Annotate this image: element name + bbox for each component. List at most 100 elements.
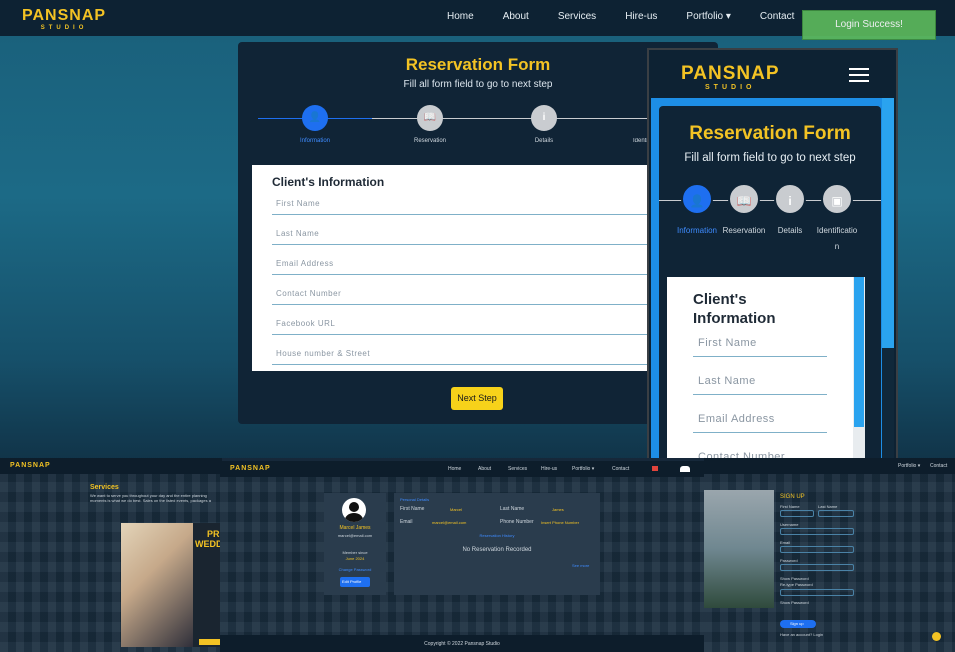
book-icon[interactable]: 📖	[417, 105, 443, 131]
nav-hire-us[interactable]: Hire-us	[625, 11, 657, 22]
last-name-value: James	[552, 507, 564, 512]
scroll-to-top-icon[interactable]	[932, 632, 941, 641]
signup-nav-portfolio[interactable]: Portfolio ▾	[898, 463, 920, 469]
mobile-content: Reservation Form Fill all form field to …	[651, 98, 894, 488]
mobile-heading-line1: Client's	[693, 291, 747, 308]
services-page-preview: PANSNAP Services We want to serve you th…	[0, 458, 222, 652]
form-subtitle: Fill all form field to go to next step	[403, 79, 553, 90]
signup-password-input[interactable]	[780, 564, 854, 571]
mobile-brand-sub: STUDIO	[705, 84, 756, 91]
services-text-2: moments is what we do best. Sales on the…	[90, 498, 211, 503]
profile-nav-portfolio[interactable]: Portfolio ▾	[572, 466, 594, 472]
mobile-info-icon[interactable]: i	[774, 183, 806, 215]
contact-number-field[interactable]: Contact Number	[272, 285, 712, 305]
login-success-toast: Login Success!	[802, 10, 936, 40]
brand-sub: STUDIO	[40, 25, 88, 31]
mobile-form-scroll-thumb[interactable]	[854, 277, 864, 427]
signup-username-label: Username	[780, 522, 799, 527]
mobile-id-card-icon[interactable]: ▣	[821, 183, 853, 215]
signup-show-password-2[interactable]: Show Password	[780, 600, 809, 605]
services-title: Services	[90, 484, 119, 491]
mobile-heading-line2: Information	[693, 309, 776, 327]
signup-first-name-input[interactable]	[780, 510, 814, 517]
email-label: Email	[400, 519, 413, 525]
mobile-user-icon[interactable]: 👤	[681, 183, 713, 215]
profile-brand-name: PANSNAP	[230, 465, 271, 472]
facebook-url-field[interactable]: Facebook URL	[272, 315, 712, 335]
signup-login-prompt[interactable]: Have an account? Login	[780, 632, 823, 637]
nav-about[interactable]: About	[503, 11, 529, 22]
signup-retype-input[interactable]	[780, 589, 854, 596]
signup-username-input[interactable]	[780, 528, 854, 535]
edit-profile-button[interactable]: Edit Profile	[340, 577, 370, 587]
mobile-email-field[interactable]: Email Address	[693, 409, 827, 433]
last-name-field[interactable]: Last Name	[272, 225, 712, 245]
notification-bell-icon[interactable]	[652, 466, 658, 471]
profile-nav-services[interactable]: Services	[508, 466, 527, 472]
nav-home[interactable]: Home	[447, 11, 474, 22]
promo-yellow-bar	[199, 639, 222, 645]
signup-button-label: Sign up	[790, 621, 804, 626]
profile-nav-contact[interactable]: Contact	[612, 466, 629, 472]
user-menu-icon[interactable]	[680, 466, 690, 472]
form-title: Reservation Form	[405, 55, 551, 74]
mobile-last-name-field[interactable]: Last Name	[693, 371, 827, 395]
reservation-history-title: Reservation History	[479, 533, 515, 538]
signup-last-name-input[interactable]	[818, 510, 854, 517]
nav-services[interactable]: Services	[558, 11, 596, 22]
mobile-first-name-field[interactable]: First Name	[693, 333, 827, 357]
mobile-step-label-reservation: Reservation	[722, 226, 766, 235]
profile-card: Marcel James marcel@email.com Member sin…	[324, 493, 386, 595]
avatar	[342, 498, 366, 522]
last-name-label: Last Name	[500, 506, 525, 512]
house-street-field[interactable]: House number & Street	[272, 345, 712, 365]
signup-button[interactable]: Sign up	[780, 620, 816, 628]
mobile-client-info-form: Client's Information First Name Last Nam…	[667, 277, 865, 488]
profile-nav-home[interactable]: Home	[448, 466, 461, 472]
mobile-brand-logo[interactable]: PANSNAP STUDIO	[681, 64, 780, 91]
signup-form: SIGN UP First Name Last Name Username Em…	[778, 494, 858, 644]
member-since-label: Member since	[342, 550, 368, 555]
info-icon[interactable]: i	[531, 105, 557, 131]
first-name-value: Marcel	[450, 507, 463, 512]
change-password-link[interactable]: Change Password	[324, 567, 386, 572]
hamburger-menu-icon[interactable]	[849, 68, 869, 82]
promo-heading-2: WEDD	[195, 539, 222, 549]
first-name-label: First Name	[400, 506, 425, 512]
mobile-form-scrollbar[interactable]	[853, 277, 865, 488]
brand-logo[interactable]: PANSNAP STUDIO	[22, 7, 107, 32]
mobile-brand-name: PANSNAP	[681, 63, 780, 84]
services-brand-logo: PANSNAP	[10, 462, 51, 469]
signup-show-password[interactable]: Show Password	[780, 576, 809, 581]
nav-portfolio[interactable]: Portfolio ▾	[686, 11, 730, 22]
mobile-form-card: Reservation Form Fill all form field to …	[659, 106, 881, 488]
see-more-link[interactable]: See more	[572, 563, 589, 568]
mobile-page-scrollbar[interactable]	[882, 98, 894, 488]
profile-nav-hire-us[interactable]: Hire-us	[541, 466, 557, 472]
mobile-step-label-identification: Identificatio	[816, 226, 858, 235]
signup-nav-contact[interactable]: Contact	[930, 463, 947, 469]
member-since-value: June 2024	[345, 556, 365, 561]
signup-first-name-label: First Name	[780, 504, 800, 509]
next-step-button[interactable]: Next Step	[451, 387, 503, 410]
email-field[interactable]: Email Address	[272, 255, 712, 275]
signup-password-label: Password	[780, 558, 798, 563]
signup-email-input[interactable]	[780, 546, 854, 553]
signup-last-name-label: Last Name	[818, 504, 838, 509]
step-label-reservation: Reservation	[413, 138, 446, 144]
wedding-promo-card[interactable]: PR WEDD	[121, 523, 222, 647]
first-name-field[interactable]: First Name	[272, 195, 712, 215]
profile-page-preview: PANSNAP Home About Services Hire-us Port…	[220, 461, 704, 652]
mobile-navbar: PANSNAP STUDIO	[649, 50, 896, 98]
signup-side-photo	[704, 490, 774, 608]
phone-value: Insert Phone Number	[541, 520, 580, 525]
personal-details-title: Personal Details	[400, 497, 430, 502]
personal-details-card: Personal Details First Name Marcel Last …	[394, 493, 600, 595]
nav-contact[interactable]: Contact	[760, 11, 794, 22]
mobile-book-icon[interactable]: 📖	[728, 183, 760, 215]
mobile-page-scroll-thumb[interactable]	[882, 98, 894, 348]
user-icon[interactable]: 👤	[302, 105, 328, 131]
profile-nav-about[interactable]: About	[478, 466, 491, 472]
brand-name: PANSNAP	[22, 7, 107, 24]
email-value: marcel@email.com	[432, 520, 467, 525]
